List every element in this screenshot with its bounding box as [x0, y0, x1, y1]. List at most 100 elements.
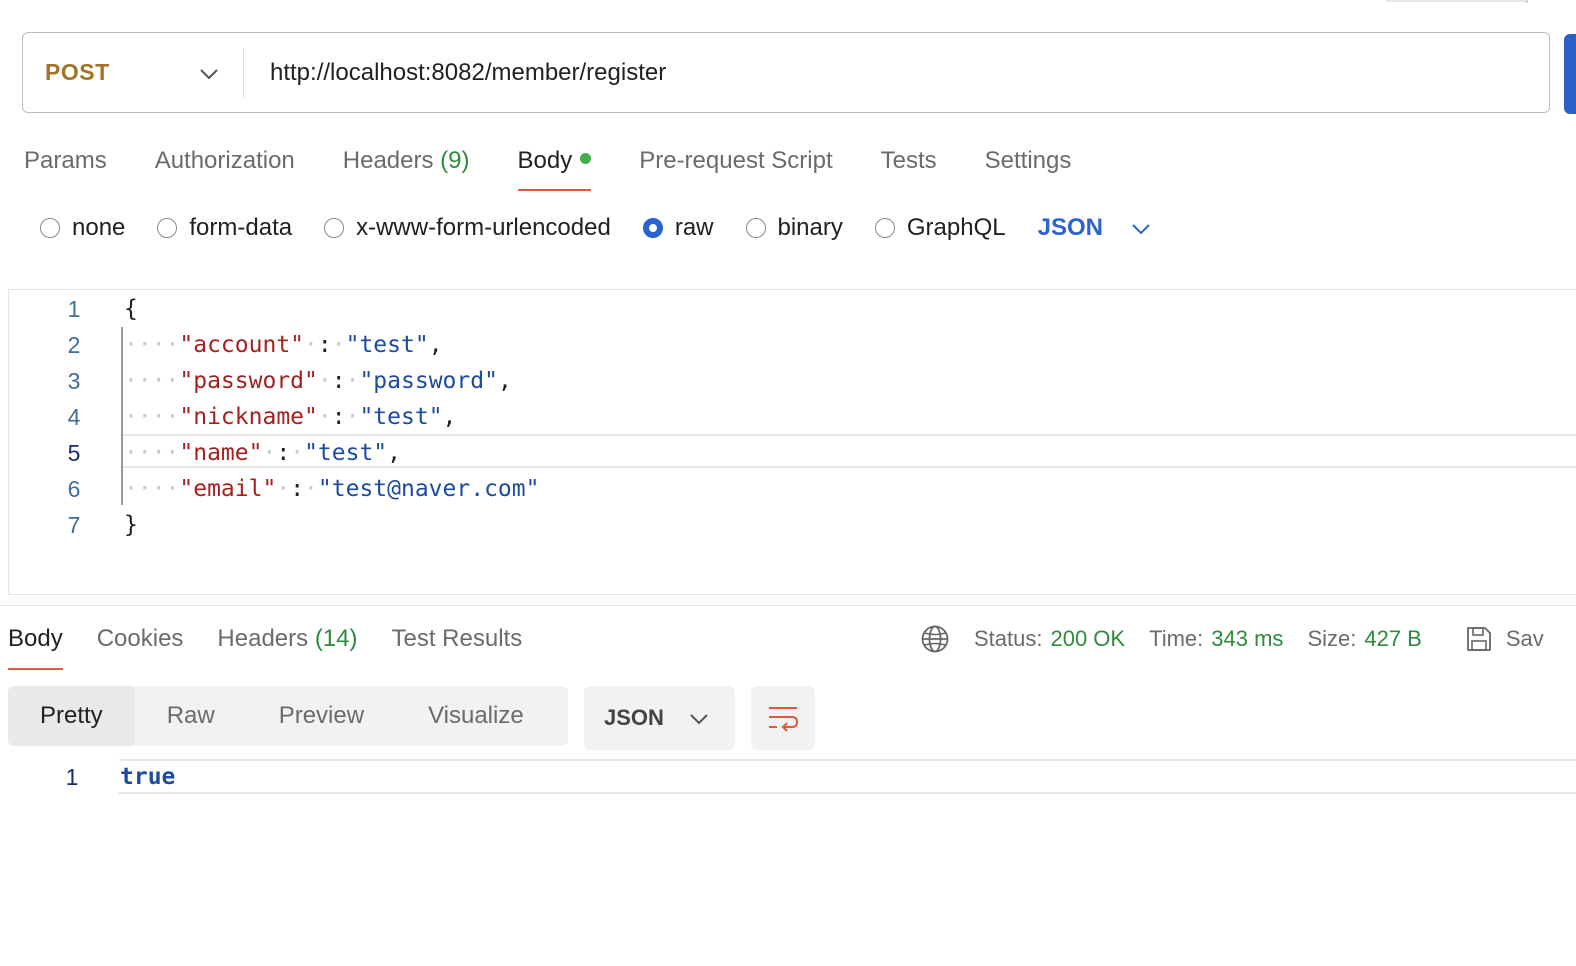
json-key: "nickname" [179, 404, 318, 430]
view-preview[interactable]: Preview [247, 686, 396, 746]
size-value[interactable]: 427 B [1364, 626, 1422, 652]
save-response-label[interactable]: Sav [1506, 626, 1544, 652]
status-value[interactable]: 200 OK [1050, 626, 1125, 652]
code-line: 1 { [8, 291, 1576, 327]
radio-icon [874, 218, 895, 238]
wrap-lines-icon [769, 707, 799, 732]
code-line: 7 } [8, 507, 1576, 543]
radio-label: binary [777, 214, 843, 241]
radio-x-www-form-urlencoded[interactable]: x-www-form-urlencoded [324, 214, 611, 242]
code-line: 4 ····"nickname"·:·"test", [8, 399, 1576, 435]
url-bar: POST http://localhost:8082/member/regist… [22, 32, 1550, 113]
response-status-bar: Status: 200 OK Time: 343 ms Size: 427 B … [920, 620, 1544, 658]
tab-label: Pre-request Script [639, 147, 833, 174]
response-line-highlight [119, 759, 1576, 794]
radio-label: GraphQL [906, 214, 1006, 241]
radio-graphql[interactable]: GraphQL [874, 214, 1006, 242]
code-text: ····"email"·:·"test@naver.com" [124, 476, 540, 502]
code-line: 5 ····"name"·:·"test", [8, 435, 1576, 471]
tab-label: Body [8, 625, 63, 652]
body-language-select[interactable]: JSON [1038, 214, 1151, 242]
radio-form-data[interactable]: form-data [157, 214, 292, 242]
json-value: "test" [304, 440, 388, 466]
headers-count: (9) [440, 147, 470, 174]
time-label: Time: [1149, 626, 1204, 651]
line-number: 2 [67, 332, 81, 358]
json-trail: , [497, 368, 512, 394]
code-text: ····"account"·:·"test", [124, 332, 443, 358]
tab-params[interactable]: Params [24, 143, 107, 191]
json-value: "password" [359, 368, 498, 394]
tab-authorization[interactable]: Authorization [155, 143, 295, 191]
view-raw[interactable]: Raw [135, 686, 247, 746]
tab-settings[interactable]: Settings [985, 143, 1072, 191]
tab-label: Authorization [154, 147, 295, 174]
body-indicator-dot [580, 153, 592, 165]
code-text: ····"name"·:·"test", [124, 440, 402, 466]
time-value[interactable]: 343 ms [1211, 626, 1283, 652]
radio-label: none [72, 214, 126, 241]
tab-label: Settings [984, 147, 1072, 174]
tab-label: Tests [880, 147, 937, 174]
body-language-label: JSON [1037, 214, 1103, 241]
json-trail: , [442, 404, 457, 430]
tab-test-results[interactable]: Test Results [392, 622, 523, 670]
response-line-number: 1 [65, 764, 79, 790]
json-value: "test" [359, 404, 443, 430]
wrap-lines-button[interactable] [751, 686, 815, 750]
size-label: Size: [1307, 626, 1357, 651]
response-tabs: Body Cookies Headers (14) Test Results [8, 622, 556, 670]
view-visualize[interactable]: Visualize [396, 686, 556, 746]
body-type-options: none form-data x-www-form-urlencoded raw… [40, 214, 1151, 242]
json-key: "account" [179, 332, 305, 358]
tab-body[interactable]: Body [517, 143, 592, 191]
response-body-value: true [120, 764, 176, 790]
line-number: 4 [67, 404, 81, 430]
code-text: { [124, 296, 138, 322]
radio-selected-icon [642, 218, 663, 238]
request-tabs: Params Authorization Headers (9) Body Pr… [24, 143, 1119, 195]
json-value: "test" [345, 332, 429, 358]
code-text: ····"nickname"·:·"test", [124, 404, 457, 430]
line-number: 1 [67, 296, 81, 322]
url-input[interactable]: http://localhost:8082/member/register [244, 59, 666, 87]
chevron-down-icon [199, 60, 219, 86]
save-icon[interactable] [1464, 624, 1494, 654]
method-select[interactable]: POST [23, 33, 243, 112]
code-text: ····"password"·:·"password", [124, 368, 512, 394]
radio-binary[interactable]: binary [745, 214, 843, 242]
radio-label: form-data [189, 214, 293, 241]
code-text: } [124, 512, 138, 538]
globe-icon[interactable] [920, 624, 950, 654]
line-number: 5 [67, 440, 81, 466]
chevron-down-icon [689, 705, 709, 731]
radio-none[interactable]: none [40, 214, 125, 242]
status-label: Status: [974, 626, 1043, 651]
code-line: 3 ····"password"·:·"password", [8, 363, 1576, 399]
radio-icon [157, 218, 178, 238]
tab-response-headers[interactable]: Headers (14) [217, 622, 357, 670]
json-key: "password" [179, 368, 318, 394]
tab-tests[interactable]: Tests [881, 143, 937, 191]
tab-pre-request-script[interactable]: Pre-request Script [639, 143, 832, 191]
tab-label: Test Results [391, 625, 523, 652]
tab-cookies[interactable]: Cookies [97, 622, 184, 670]
method-label: POST [45, 59, 110, 85]
response-format-select[interactable]: JSON [584, 686, 735, 750]
chevron-down-icon [1131, 214, 1151, 242]
tab-label: Headers [217, 625, 309, 652]
tab-headers[interactable]: Headers (9) [343, 143, 470, 191]
response-format-label: JSON [604, 705, 664, 730]
radio-raw[interactable]: raw [642, 214, 714, 242]
json-trail: , [387, 440, 402, 466]
line-number: 6 [67, 476, 81, 502]
code-line: 6 ····"email"·:·"test@naver.com" [8, 471, 1576, 507]
tab-response-body[interactable]: Body [8, 622, 63, 670]
line-number: 7 [67, 512, 81, 538]
view-pretty[interactable]: Pretty [8, 686, 135, 746]
tab-label: Cookies [96, 625, 184, 652]
json-trail: , [428, 332, 443, 358]
top-tick [1526, 0, 1528, 3]
json-key: "name" [179, 440, 263, 466]
send-button[interactable] [1564, 34, 1576, 114]
